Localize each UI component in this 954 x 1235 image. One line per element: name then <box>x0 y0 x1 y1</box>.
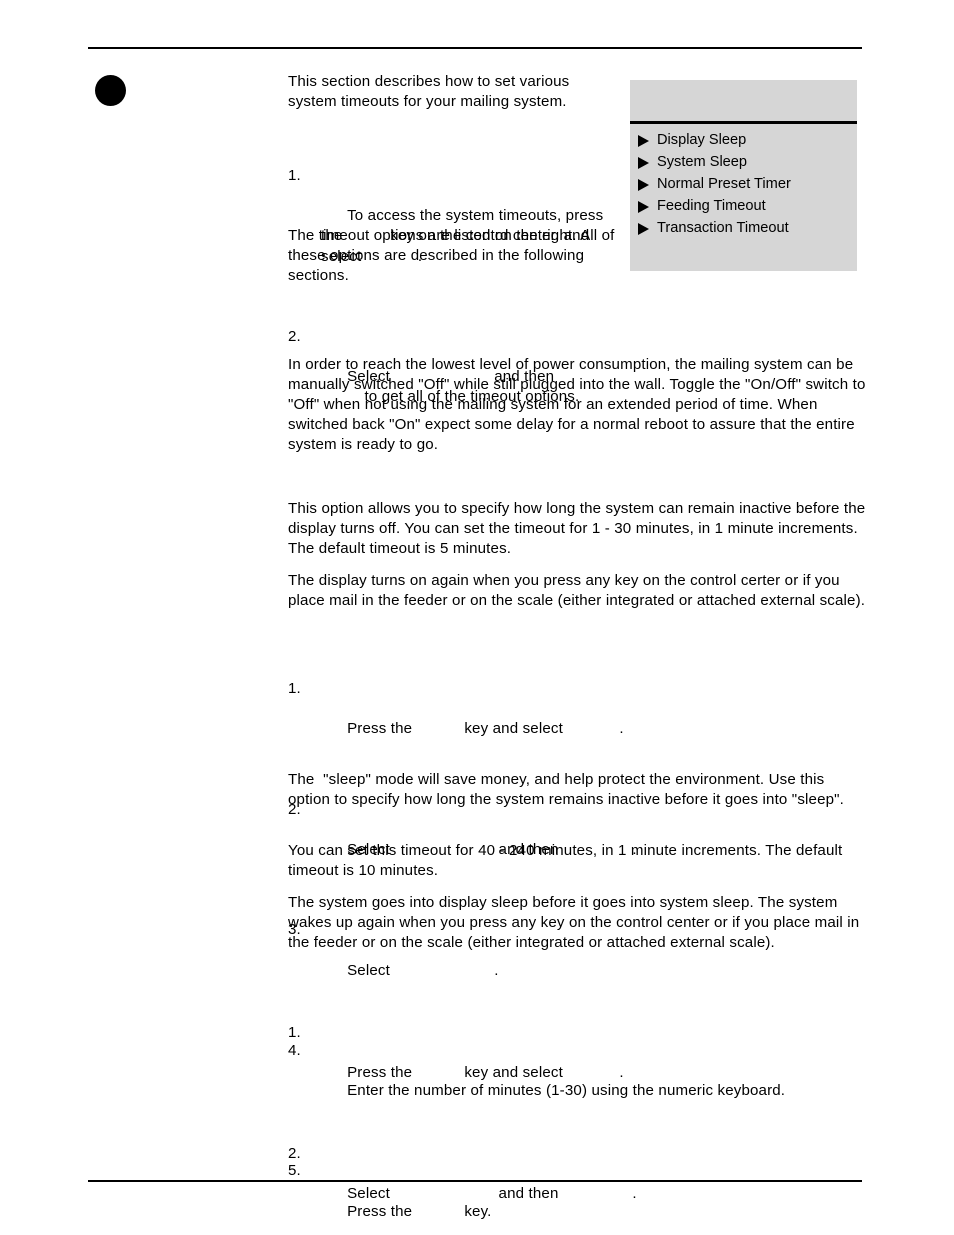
list-item[interactable]: Transaction Timeout <box>630 218 857 240</box>
list-item-number: 1. <box>288 1024 301 1042</box>
list-item: 2. Select and then . <box>288 1144 866 1224</box>
list-item: 1. Press the key and select . <box>288 1023 866 1103</box>
list-item-text: Select and then . <box>347 1184 637 1202</box>
timeout-options-callout: Display Sleep System Sleep Normal Preset… <box>630 80 857 271</box>
header-rule <box>88 47 862 49</box>
triangle-right-icon <box>638 201 649 213</box>
triangle-right-icon <box>638 157 649 169</box>
intro-closing-paragraph: The timeout options are listed on the ri… <box>288 227 619 285</box>
callout-divider <box>630 121 857 124</box>
list-item: 1. Press the key and select . <box>288 679 866 759</box>
list-item[interactable]: System Sleep <box>630 152 857 174</box>
document-page: This section describes how to set variou… <box>0 0 954 1235</box>
display-sleep-paragraph-1: This option allows you to specify how lo… <box>288 500 870 558</box>
triangle-right-icon <box>638 135 649 147</box>
list-item-number: 1. <box>288 167 301 185</box>
list-item-number: 2. <box>288 327 301 345</box>
list-item-text: Select . <box>347 961 499 979</box>
callout-item-label: Display Sleep <box>657 132 747 148</box>
callout-item-list: Display Sleep System Sleep Normal Preset… <box>630 130 857 240</box>
system-sleep-step-list: 1. Press the key and select . 2. Select … <box>288 983 866 1235</box>
list-item-text: Press the key and select . <box>347 720 624 738</box>
list-item[interactable]: Normal Preset Timer <box>630 174 857 196</box>
section-marker-bullet <box>95 75 126 106</box>
list-item-number: 2. <box>288 1144 301 1162</box>
callout-header <box>630 80 857 121</box>
footer-rule <box>88 1180 862 1182</box>
list-item-text: Press the key and select . <box>347 1064 624 1082</box>
callout-item-label: System Sleep <box>657 154 748 170</box>
display-sleep-paragraph-2: The display turns on again when you pres… <box>288 572 866 610</box>
list-item[interactable]: Display Sleep <box>630 130 857 152</box>
system-sleep-paragraph-2: You can set this timeout for 40 - 240 mi… <box>288 842 847 880</box>
system-sleep-paragraph-1: The "sleep" mode will save money, and he… <box>288 771 845 809</box>
callout-item-label: Normal Preset Timer <box>657 176 791 192</box>
list-item[interactable]: Feeding Timeout <box>630 196 857 218</box>
triangle-right-icon <box>638 179 649 191</box>
intro-paragraph: This section describes how to set variou… <box>288 73 574 111</box>
list-item-number: 1. <box>288 680 301 698</box>
system-sleep-paragraph-3: The system goes into display sleep befor… <box>288 894 864 952</box>
callout-title <box>630 80 857 88</box>
callout-item-label: Transaction Timeout <box>657 220 789 236</box>
callout-item-label: Feeding Timeout <box>657 198 766 214</box>
power-section-paragraph: In order to reach the lowest level of po… <box>288 356 870 454</box>
triangle-right-icon <box>638 223 649 235</box>
